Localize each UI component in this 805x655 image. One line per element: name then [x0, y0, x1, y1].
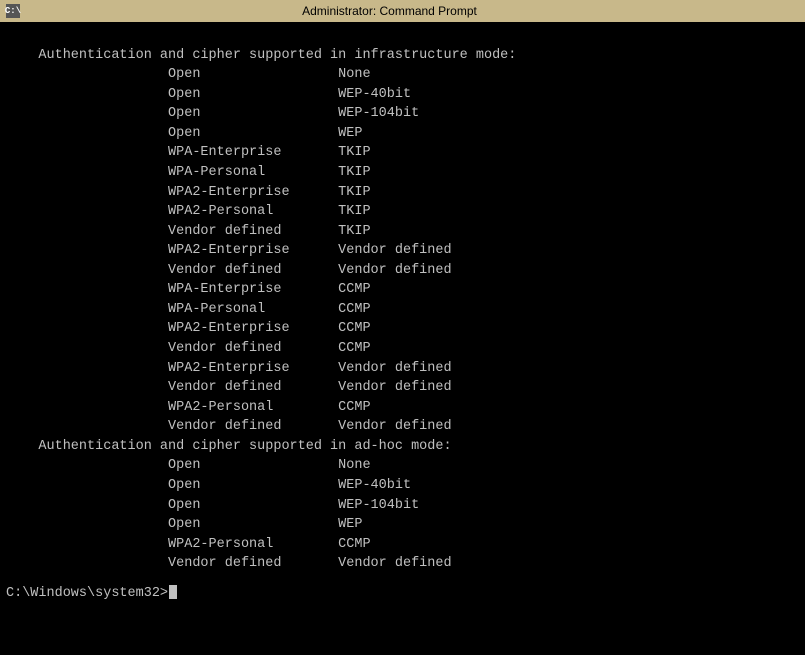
terminal-line: Open WEP-104bit	[6, 496, 799, 516]
terminal-line: WPA-Enterprise CCMP	[6, 280, 799, 300]
terminal-line: Vendor defined TKIP	[6, 222, 799, 242]
terminal-line: WPA2-Enterprise CCMP	[6, 319, 799, 339]
prompt-line: C:\Windows\system32>	[6, 584, 799, 604]
terminal-line: WPA2-Personal TKIP	[6, 202, 799, 222]
terminal-line: Authentication and cipher supported in a…	[6, 437, 799, 457]
terminal-body: Authentication and cipher supported in i…	[0, 22, 805, 607]
terminal-line: Vendor defined Vendor defined	[6, 261, 799, 281]
cmd-icon: C:\	[6, 4, 20, 18]
terminal-line: WPA2-Enterprise Vendor defined	[6, 241, 799, 261]
terminal-line: WPA-Enterprise TKIP	[6, 143, 799, 163]
terminal-line: Vendor defined CCMP	[6, 339, 799, 359]
title-bar-left: C:\	[6, 4, 20, 18]
terminal-line: WPA2-Personal CCMP	[6, 398, 799, 418]
terminal-line: WPA-Personal TKIP	[6, 163, 799, 183]
terminal-line: WPA-Personal CCMP	[6, 300, 799, 320]
terminal-line: Vendor defined Vendor defined	[6, 378, 799, 398]
title-bar: C:\ Administrator: Command Prompt	[0, 0, 805, 22]
terminal-line: Vendor defined Vendor defined	[6, 554, 799, 574]
terminal-line: Open WEP-40bit	[6, 476, 799, 496]
terminal-line: Open WEP	[6, 124, 799, 144]
terminal-line: Open WEP-40bit	[6, 85, 799, 105]
title-text: Administrator: Command Prompt	[302, 4, 477, 18]
terminal-line: Open WEP	[6, 515, 799, 535]
terminal-line: WPA2-Enterprise Vendor defined	[6, 359, 799, 379]
terminal-line: WPA2-Personal CCMP	[6, 535, 799, 555]
terminal-line: Vendor defined Vendor defined	[6, 417, 799, 437]
terminal-line: Open None	[6, 65, 799, 85]
terminal-line: Open WEP-104bit	[6, 104, 799, 124]
terminal-line: Authentication and cipher supported in i…	[6, 46, 799, 66]
terminal-line: Open None	[6, 456, 799, 476]
cursor	[169, 585, 177, 599]
terminal-line: WPA2-Enterprise TKIP	[6, 183, 799, 203]
